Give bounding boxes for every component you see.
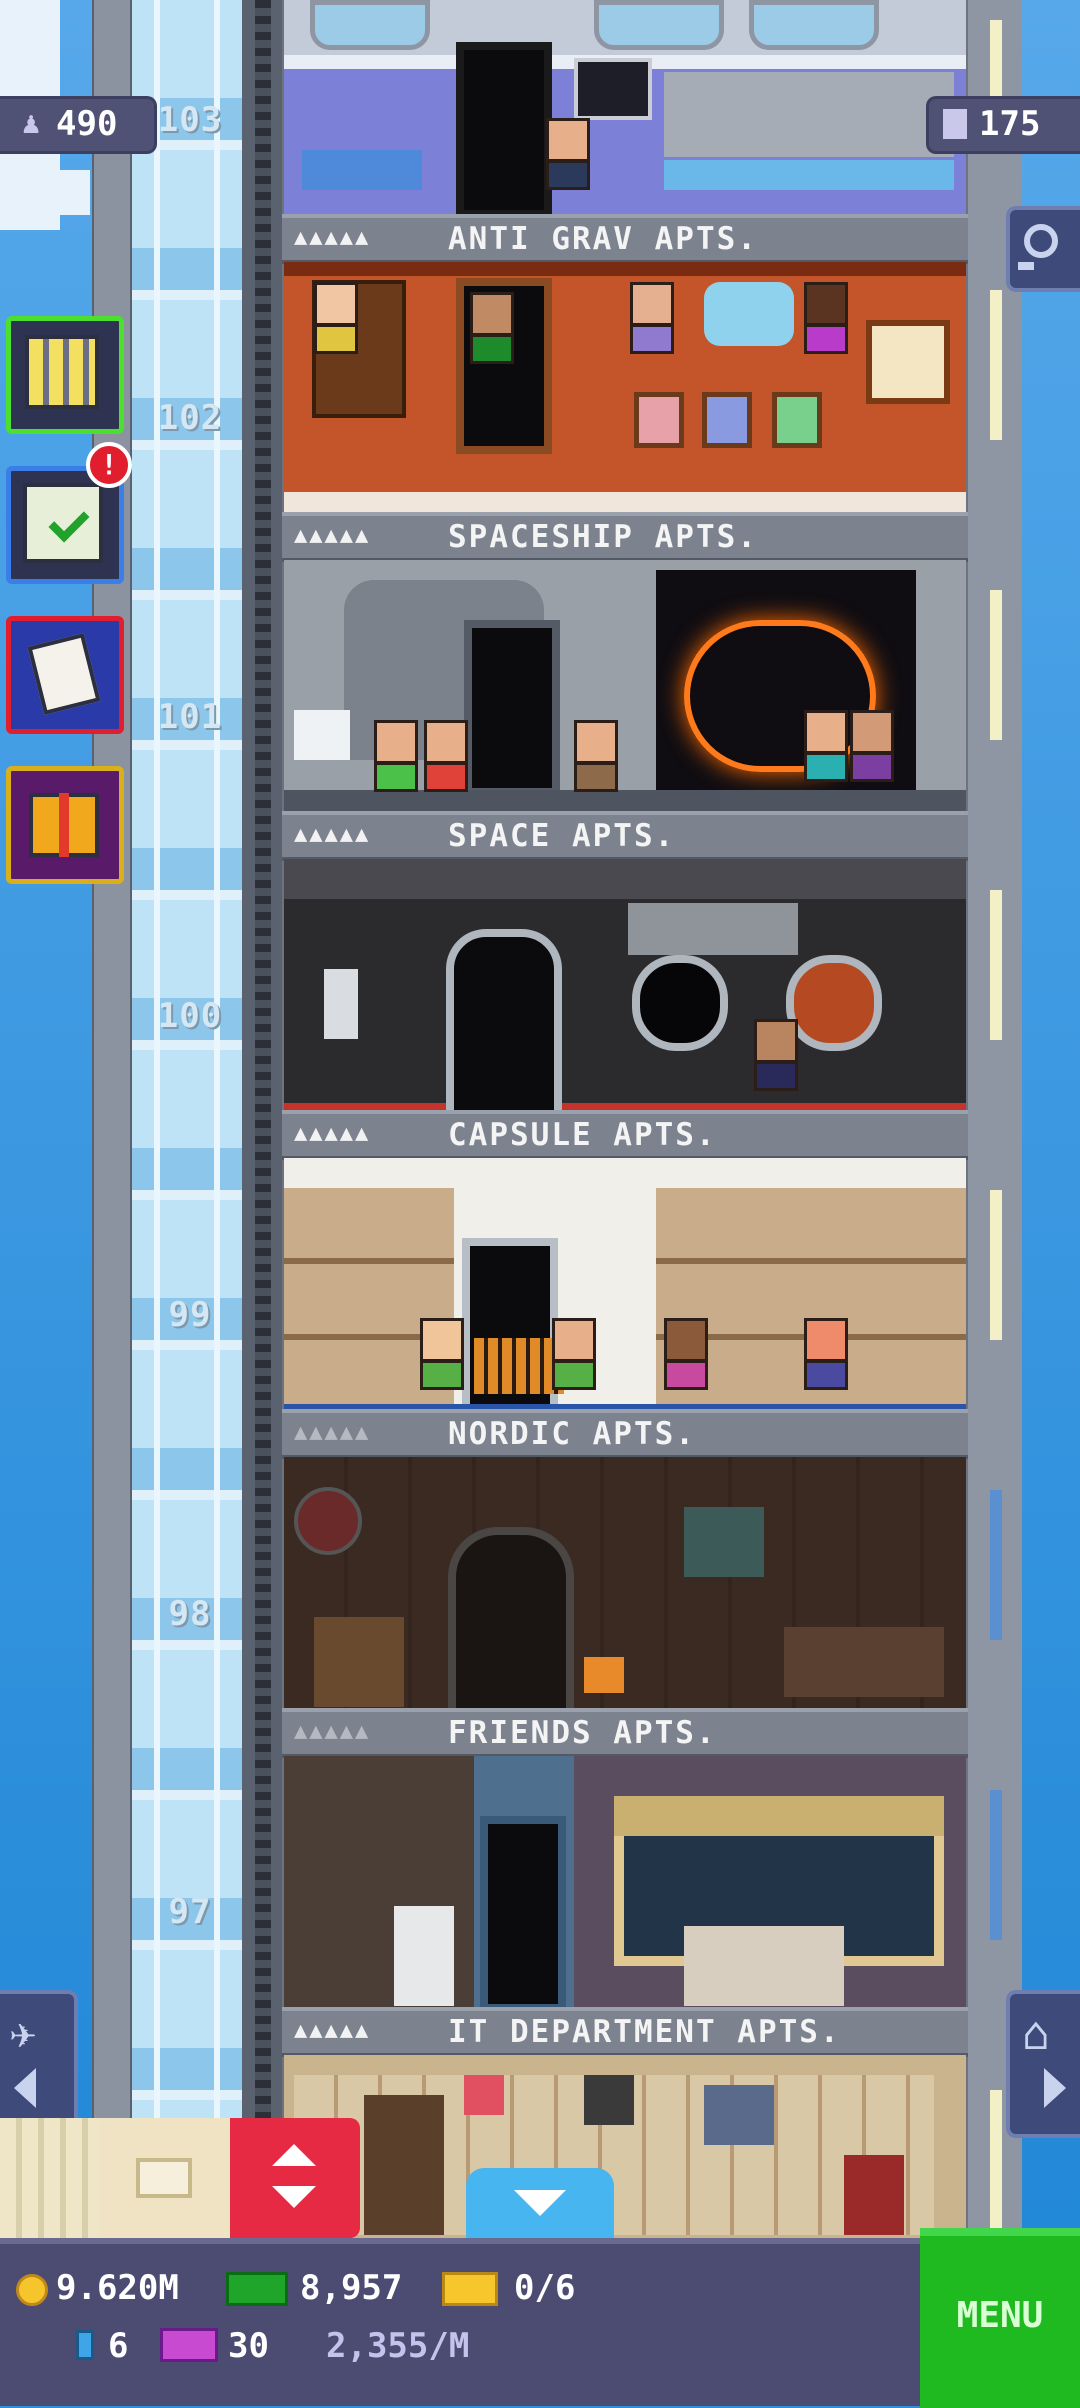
tenant[interactable] [804, 1318, 848, 1390]
floor-97-friends[interactable] [284, 1756, 966, 2012]
elevator-cable [255, 0, 271, 2230]
floor-number-102: 102 [157, 398, 223, 438]
floor-sign-99: ▲▲▲▲▲ NORDIC APTS. [282, 1409, 968, 1459]
coins-value: 9.620M [56, 2268, 179, 2308]
bottom-status-bar [0, 2238, 1080, 2406]
chevron-right-icon [1044, 2068, 1066, 2108]
tenant[interactable] [664, 1318, 708, 1390]
tower-right-wall [968, 0, 1022, 2230]
floor-name: FRIENDS APTS. [448, 1715, 717, 1751]
star-rating: ▲▲▲▲▲ [294, 1719, 371, 1744]
floor-number-103: 103 [157, 100, 223, 140]
tenant[interactable] [374, 720, 418, 792]
golden-ticket-icon [160, 2328, 218, 2362]
chevron-left-icon [14, 2068, 36, 2108]
calendar-icon [27, 633, 101, 715]
floor-96-it-department[interactable] [284, 2055, 966, 2238]
tenant[interactable] [552, 1318, 596, 1390]
golden-tickets-value: 30 [228, 2326, 269, 2366]
floor-98-nordic[interactable] [284, 1457, 966, 1713]
calendar-button[interactable] [6, 616, 124, 734]
home-nav-button[interactable]: ⌂ [1006, 1990, 1080, 2138]
menu-button[interactable]: MENU [920, 2228, 1080, 2408]
star-rating: ▲▲▲▲▲ [294, 1420, 371, 1445]
floor-number-97: 97 [168, 1892, 212, 1932]
floor-number-99: 99 [168, 1295, 212, 1335]
notification-badge: ! [86, 442, 132, 488]
floor-101-spaceship[interactable] [284, 560, 966, 816]
floor-sign-103: ▲▲▲▲▲ ANTI GRAV APTS. [282, 214, 968, 264]
tenant[interactable] [546, 118, 590, 190]
star-rating: ▲▲▲▲▲ [294, 225, 371, 250]
floor-name: IT DEPARTMENT APTS. [448, 2014, 841, 2050]
floor-number-101: 101 [157, 697, 223, 737]
income-rate: 2,355/M [326, 2326, 470, 2366]
elevator-car-icon [136, 2158, 192, 2198]
star-rating: ▲▲▲▲▲ [294, 1121, 371, 1146]
population-counter[interactable]: ♟ 490 [0, 96, 157, 154]
floor-102-anti-grav[interactable] [284, 262, 966, 518]
gift-button[interactable] [6, 766, 124, 884]
floor-count-value: 175 [979, 104, 1041, 144]
elevator-level-value: 6 [108, 2326, 129, 2366]
arrow-down-icon [272, 2186, 316, 2208]
floor-name: CAPSULE APTS. [448, 1117, 717, 1153]
star-rating: ▲▲▲▲▲ [294, 822, 371, 847]
bux-icon [226, 2272, 288, 2306]
home-icon: ⌂ [1022, 2006, 1050, 2060]
plane-icon: ✈ [10, 2008, 37, 2059]
floor-sign-102: ▲▲▲▲▲ SPACESHIP APTS. [282, 512, 968, 562]
tenant[interactable] [630, 282, 674, 354]
tenant[interactable] [850, 710, 894, 782]
floor-counter[interactable]: 175 [926, 96, 1080, 154]
floor-sign-100: ▲▲▲▲▲ CAPSULE APTS. [282, 1110, 968, 1160]
cloud [20, 195, 90, 215]
building-grid-icon [25, 335, 99, 409]
bux-value: 8,957 [300, 2268, 403, 2308]
magnifier-icon [1024, 224, 1058, 258]
building-icon [943, 109, 967, 139]
elevator-level-icon [76, 2330, 94, 2360]
star-rating: ▲▲▲▲▲ [294, 523, 371, 548]
floor-sign-98: ▲▲▲▲▲ FRIENDS APTS. [282, 1708, 968, 1758]
floor-name: SPACESHIP APTS. [448, 519, 758, 555]
floor-100-space[interactable] [284, 859, 966, 1115]
ticket-icon [442, 2272, 498, 2306]
tenant[interactable] [314, 282, 358, 354]
tenant[interactable] [470, 292, 514, 364]
floor-sign-97: ▲▲▲▲▲ IT DEPARTMENT APTS. [282, 2007, 968, 2057]
elevator-updown-button[interactable] [230, 2118, 360, 2238]
search-button[interactable] [1006, 206, 1080, 292]
coin-icon [16, 2274, 48, 2306]
tickets-value: 0/6 [514, 2268, 576, 2308]
tenant[interactable] [754, 1019, 798, 1091]
floor-103-anti-grav[interactable] [284, 0, 966, 214]
scroll-down-button[interactable] [466, 2168, 614, 2238]
floor-name: ANTI GRAV APTS. [448, 221, 758, 257]
tenant[interactable] [420, 1318, 464, 1390]
floor-name: SPACE APTS. [448, 818, 676, 854]
population-value: 490 [56, 104, 118, 144]
floor-99-capsule[interactable] [284, 1158, 966, 1414]
floor-number-98: 98 [168, 1594, 212, 1634]
star-rating: ▲▲▲▲▲ [294, 2018, 371, 2043]
tenant[interactable] [804, 282, 848, 354]
floor-name: NORDIC APTS. [448, 1416, 696, 1452]
tenant[interactable] [574, 720, 618, 792]
arrow-up-icon [272, 2144, 316, 2166]
person-icon: ♟ [22, 106, 41, 141]
tenant[interactable] [424, 720, 468, 792]
floor-sign-101: ▲▲▲▲▲ SPACE APTS. [282, 811, 968, 861]
tenant[interactable] [804, 710, 848, 782]
floor-number-100: 100 [157, 996, 223, 1036]
plane-nav-button[interactable]: ✈ [0, 1990, 78, 2138]
elevator-car-button[interactable] [100, 2118, 230, 2238]
lobby-button[interactable] [6, 316, 124, 434]
